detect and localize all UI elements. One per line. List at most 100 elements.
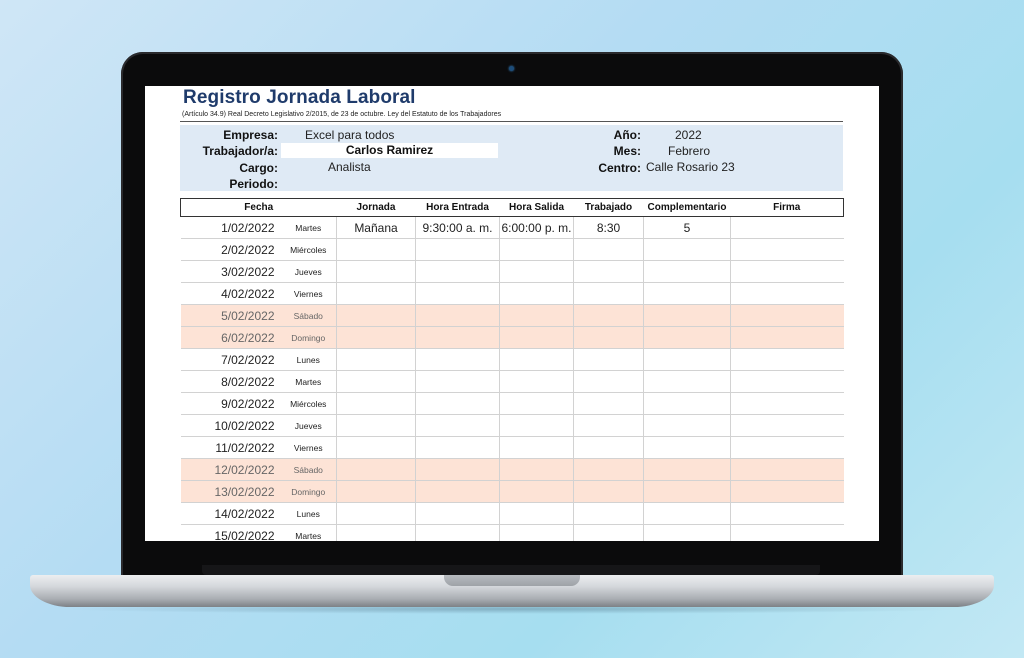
cell-day[interactable]: Lunes [280, 348, 337, 371]
cell-date[interactable]: 8/02/2022 [180, 370, 281, 393]
cell-complementario[interactable] [643, 436, 731, 459]
cell-complementario[interactable] [643, 326, 731, 349]
cell-trabajado[interactable] [573, 414, 644, 437]
cell-hora-entrada[interactable] [415, 502, 500, 525]
cell-hora-entrada[interactable] [415, 436, 500, 459]
cell-firma[interactable] [730, 216, 844, 239]
cell-day[interactable]: Lunes [280, 502, 337, 525]
cell-date[interactable]: 13/02/2022 [180, 480, 281, 503]
cell-date[interactable]: 5/02/2022 [180, 304, 281, 327]
cell-hora-salida[interactable] [499, 480, 574, 503]
cell-firma[interactable] [730, 348, 844, 371]
cell-jornada[interactable] [336, 238, 416, 261]
cell-trabajado[interactable]: 8:30 [573, 216, 644, 239]
centro-value[interactable]: Calle Rosario 23 [646, 160, 735, 174]
empresa-value[interactable]: Excel para todos [305, 128, 394, 142]
trabajador-value[interactable]: Carlos Ramirez [281, 143, 498, 158]
cell-hora-entrada[interactable] [415, 524, 500, 541]
cell-jornada[interactable] [336, 348, 416, 371]
cell-day[interactable]: Martes [280, 370, 337, 393]
cell-complementario[interactable] [643, 260, 731, 283]
cell-complementario[interactable] [643, 414, 731, 437]
cell-day[interactable]: Viernes [280, 436, 337, 459]
cell-date[interactable]: 10/02/2022 [180, 414, 281, 437]
cell-firma[interactable] [730, 502, 844, 525]
cargo-value[interactable]: Analista [328, 160, 371, 174]
cell-trabajado[interactable] [573, 392, 644, 415]
cell-hora-entrada[interactable]: 9:30:00 a. m. [415, 216, 500, 239]
cell-day[interactable]: Miércoles [280, 238, 337, 261]
cell-hora-entrada[interactable] [415, 370, 500, 393]
cell-firma[interactable] [730, 480, 844, 503]
cell-hora-salida[interactable] [499, 370, 574, 393]
cell-complementario[interactable] [643, 348, 731, 371]
anio-value[interactable]: 2022 [675, 128, 702, 142]
cell-trabajado[interactable] [573, 260, 644, 283]
cell-firma[interactable] [730, 414, 844, 437]
cell-complementario[interactable] [643, 480, 731, 503]
cell-jornada[interactable] [336, 370, 416, 393]
cell-trabajado[interactable] [573, 238, 644, 261]
cell-hora-salida[interactable] [499, 414, 574, 437]
cell-firma[interactable] [730, 326, 844, 349]
cell-complementario[interactable] [643, 304, 731, 327]
cell-complementario[interactable] [643, 458, 731, 481]
cell-day[interactable]: Jueves [280, 260, 337, 283]
cell-trabajado[interactable] [573, 348, 644, 371]
cell-hora-salida[interactable] [499, 304, 574, 327]
cell-complementario[interactable] [643, 502, 731, 525]
cell-jornada[interactable] [336, 326, 416, 349]
cell-complementario[interactable] [643, 282, 731, 305]
cell-hora-salida[interactable] [499, 436, 574, 459]
cell-hora-entrada[interactable] [415, 238, 500, 261]
cell-trabajado[interactable] [573, 436, 644, 459]
cell-day[interactable]: Domingo [280, 326, 337, 349]
cell-hora-entrada[interactable] [415, 260, 500, 283]
cell-date[interactable]: 1/02/2022 [180, 216, 281, 239]
cell-complementario[interactable] [643, 524, 731, 541]
cell-date[interactable]: 6/02/2022 [180, 326, 281, 349]
cell-date[interactable]: 4/02/2022 [180, 282, 281, 305]
cell-day[interactable]: Martes [280, 524, 337, 541]
cell-complementario[interactable] [643, 238, 731, 261]
cell-hora-entrada[interactable] [415, 480, 500, 503]
cell-complementario[interactable] [643, 392, 731, 415]
cell-date[interactable]: 14/02/2022 [180, 502, 281, 525]
cell-date[interactable]: 15/02/2022 [180, 524, 281, 541]
cell-firma[interactable] [730, 524, 844, 541]
cell-day[interactable]: Miércoles [280, 392, 337, 415]
cell-day[interactable]: Sábado [280, 458, 337, 481]
cell-firma[interactable] [730, 458, 844, 481]
cell-complementario[interactable] [643, 370, 731, 393]
cell-hora-salida[interactable] [499, 502, 574, 525]
cell-hora-salida[interactable] [499, 282, 574, 305]
cell-date[interactable]: 12/02/2022 [180, 458, 281, 481]
cell-trabajado[interactable] [573, 458, 644, 481]
cell-jornada[interactable] [336, 282, 416, 305]
cell-hora-entrada[interactable] [415, 458, 500, 481]
cell-jornada[interactable] [336, 260, 416, 283]
cell-day[interactable]: Sábado [280, 304, 337, 327]
cell-day[interactable]: Viernes [280, 282, 337, 305]
cell-hora-entrada[interactable] [415, 304, 500, 327]
cell-firma[interactable] [730, 260, 844, 283]
cell-complementario[interactable]: 5 [643, 216, 731, 239]
cell-firma[interactable] [730, 436, 844, 459]
cell-hora-salida[interactable] [499, 238, 574, 261]
cell-jornada[interactable] [336, 524, 416, 541]
cell-firma[interactable] [730, 282, 844, 305]
cell-hora-salida[interactable] [499, 524, 574, 541]
cell-hora-entrada[interactable] [415, 392, 500, 415]
cell-hora-entrada[interactable] [415, 414, 500, 437]
cell-trabajado[interactable] [573, 304, 644, 327]
cell-date[interactable]: 7/02/2022 [180, 348, 281, 371]
cell-jornada[interactable] [336, 480, 416, 503]
cell-jornada[interactable] [336, 414, 416, 437]
cell-jornada[interactable] [336, 392, 416, 415]
cell-hora-entrada[interactable] [415, 348, 500, 371]
cell-trabajado[interactable] [573, 524, 644, 541]
cell-firma[interactable] [730, 370, 844, 393]
cell-jornada[interactable] [336, 436, 416, 459]
cell-firma[interactable] [730, 238, 844, 261]
cell-trabajado[interactable] [573, 326, 644, 349]
